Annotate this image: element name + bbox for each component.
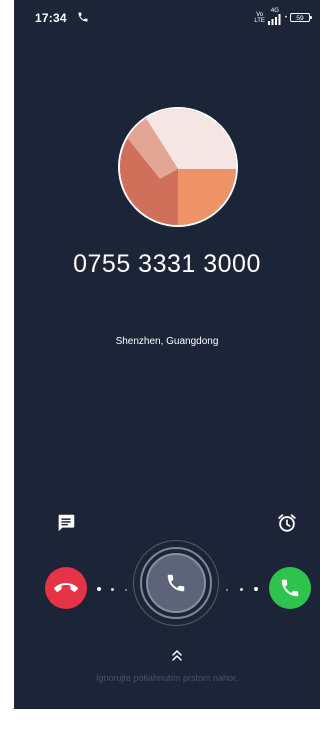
phone-icon	[281, 579, 299, 597]
slide-dot	[226, 588, 228, 591]
call-status-icon	[78, 12, 88, 22]
alarm-clock-icon[interactable]	[276, 512, 298, 534]
signal-icon	[267, 14, 281, 25]
swipe-call-handle[interactable]	[146, 553, 206, 613]
status-bar: 17:34 Vo LTE 4G • 59	[14, 0, 320, 34]
slide-dot	[125, 588, 127, 591]
incoming-call-screen: 17:34 Vo LTE 4G • 59 0755 3331 3000 Shen…	[14, 0, 320, 709]
caller-number: 0755 3331 3000	[73, 250, 261, 278]
slide-dot	[111, 588, 114, 591]
caller-avatar	[118, 107, 238, 227]
answer-call-button[interactable]	[269, 567, 311, 609]
battery-icon: 59	[290, 13, 312, 22]
hang-up-icon	[54, 583, 78, 592]
double-chevron-up-icon	[172, 650, 182, 661]
reject-call-button[interactable]	[45, 567, 87, 609]
network-indicator: 4G	[267, 8, 282, 27]
slide-dot	[97, 587, 101, 591]
message-icon[interactable]	[55, 512, 77, 534]
phone-icon	[167, 574, 185, 592]
status-time: 17:34	[35, 11, 67, 25]
slide-dot	[240, 588, 243, 591]
dot-separator: •	[284, 14, 287, 21]
swipe-hint: Ignorujte potiahnutím prstom nahor.	[95, 673, 239, 683]
status-indicators: Vo LTE 4G • 59	[254, 8, 312, 27]
slide-dot	[254, 587, 258, 591]
volte-indicator: Vo LTE	[254, 11, 265, 24]
caller-location: Shenzhen, Guangdong	[115, 336, 219, 347]
avatar-graphic	[120, 109, 236, 225]
